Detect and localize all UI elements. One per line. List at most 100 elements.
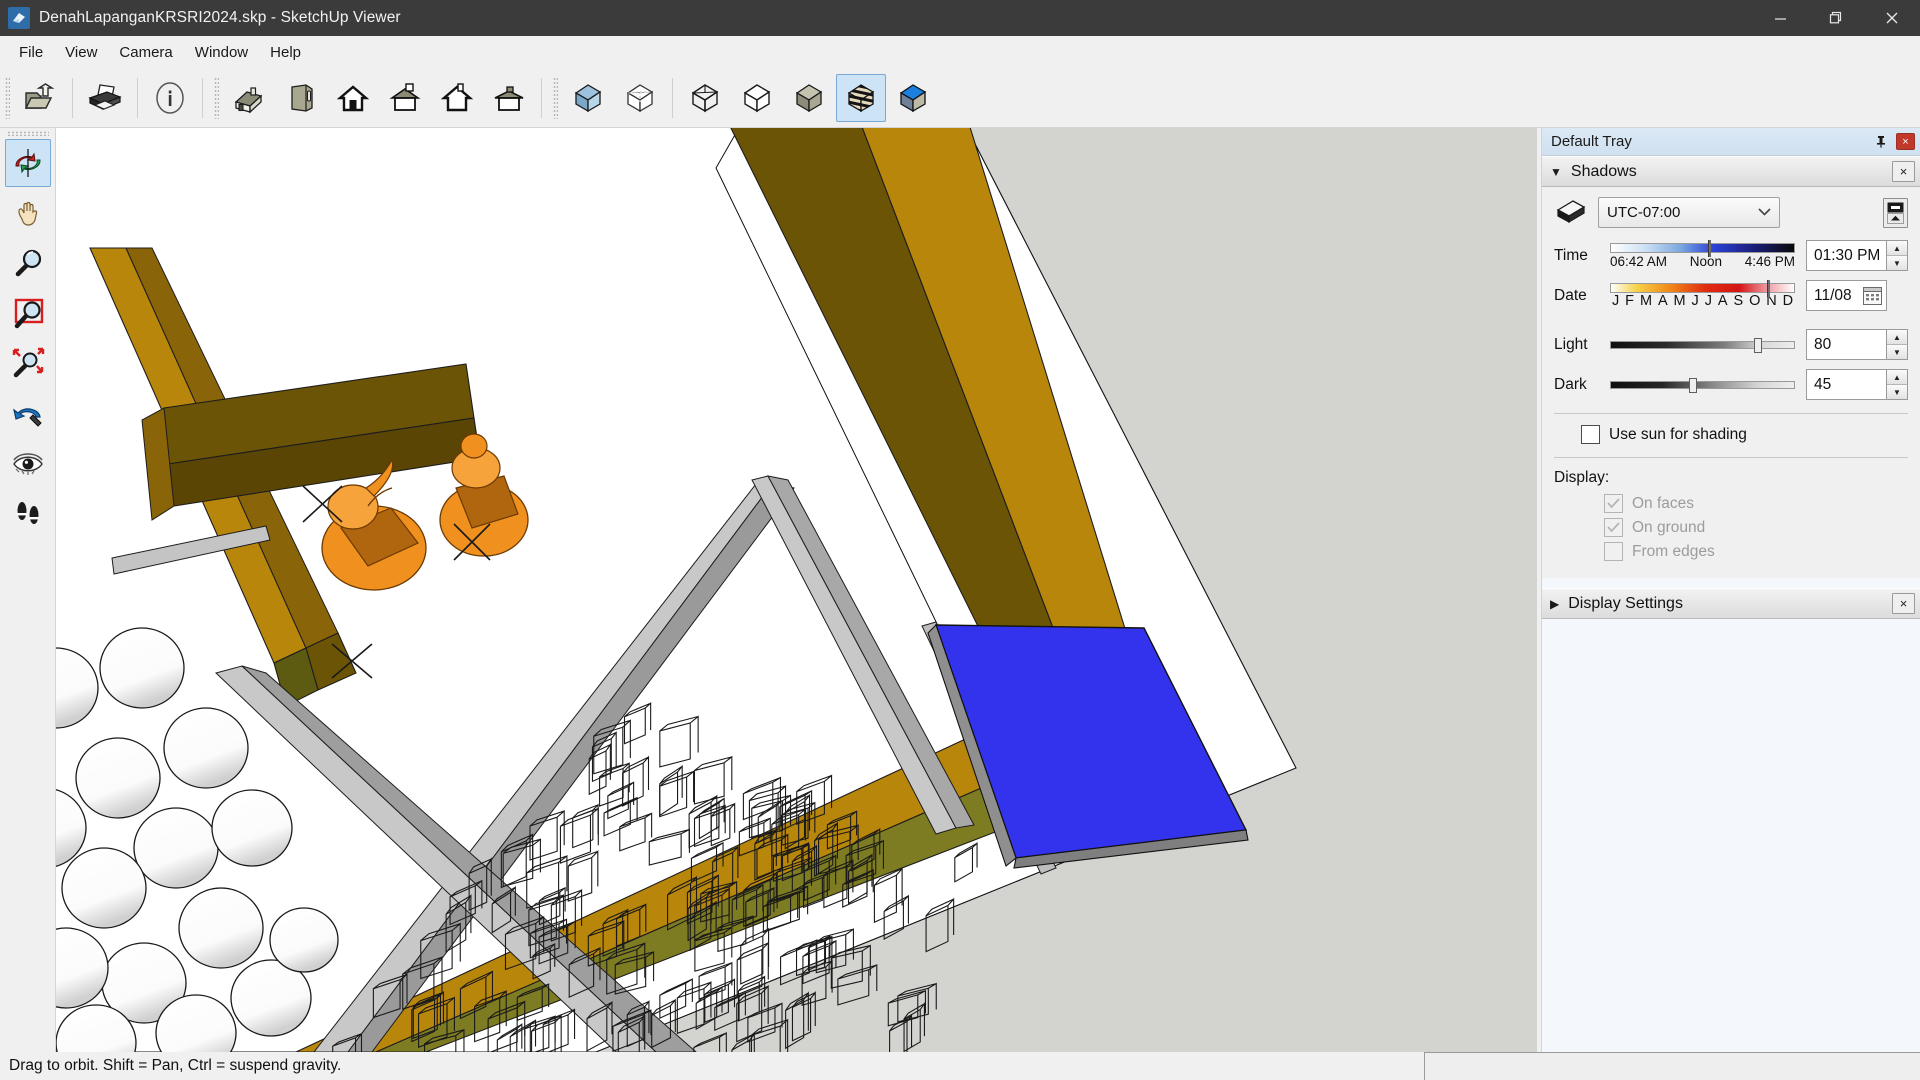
dark-label: Dark	[1554, 375, 1587, 393]
status-message: Drag to orbit. Shift = Pan, Ctrl = suspe…	[9, 1057, 342, 1074]
info-icon[interactable]	[145, 74, 195, 122]
view-top-icon[interactable]	[380, 74, 430, 122]
orbit-tool-icon[interactable]	[4, 139, 51, 187]
calendar-icon[interactable]	[1860, 281, 1885, 310]
time-tick-sunrise: 06:42 AM	[1610, 253, 1668, 269]
on-faces-checkbox[interactable]	[1604, 494, 1623, 513]
time-value-input[interactable]: 01:30 PM	[1806, 240, 1887, 271]
date-month-tick: S	[1733, 292, 1743, 309]
tray-title: Default Tray	[1551, 133, 1632, 150]
dark-stepper[interactable]: ▲ ▼	[1887, 369, 1908, 400]
style-shaded-icon[interactable]	[784, 74, 834, 122]
default-tray-panel: Default Tray × ▼ Shadows × UTC-07:00 Tim…	[1541, 128, 1920, 1052]
sketchup-3d-viewport[interactable]	[56, 128, 1537, 1052]
date-slider-thumb[interactable]	[1767, 279, 1771, 297]
dark-stepper-up[interactable]: ▲	[1887, 370, 1907, 385]
timezone-select[interactable]: UTC-07:00	[1598, 197, 1780, 228]
menu-item-window[interactable]: Window	[184, 41, 259, 64]
toggle-shadows-icon[interactable]	[1883, 197, 1908, 228]
light-value-input[interactable]: 80	[1806, 329, 1887, 360]
dark-stepper-down[interactable]: ▼	[1887, 385, 1907, 399]
style-textures-icon[interactable]	[836, 73, 886, 122]
time-tick-sunset: 4:46 PM	[1744, 253, 1795, 269]
pin-icon[interactable]	[1873, 134, 1889, 150]
menu-item-camera[interactable]: Camera	[108, 41, 183, 64]
view-back-icon[interactable]	[328, 74, 378, 122]
view-left-icon[interactable]	[432, 74, 482, 122]
date-month-tick: J	[1704, 292, 1712, 309]
close-button[interactable]	[1864, 0, 1920, 36]
light-track	[1610, 340, 1795, 349]
style-back-edges-icon[interactable]	[615, 74, 665, 122]
title-bar: DenahLapanganKRSRI2024.skp - SketchUp Vi…	[0, 0, 1920, 36]
time-ticks: 06:42 AM Noon 4:46 PM	[1610, 254, 1795, 269]
view-iso-icon[interactable]	[224, 74, 274, 122]
view-right-icon[interactable]	[484, 74, 534, 122]
on-ground-checkbox[interactable]	[1604, 518, 1623, 537]
use-sun-row[interactable]: Use sun for shading	[1554, 425, 1908, 444]
light-stepper-down[interactable]: ▼	[1887, 345, 1907, 359]
style-wireframe-icon[interactable]	[680, 74, 730, 122]
tray-close-button[interactable]: ×	[1896, 133, 1915, 150]
style-monochrome-icon[interactable]	[888, 74, 938, 122]
from-edges-checkbox[interactable]	[1604, 542, 1623, 561]
display-option-on-faces[interactable]: On faces	[1604, 494, 1908, 513]
use-sun-checkbox[interactable]	[1581, 425, 1600, 444]
dark-track	[1610, 380, 1795, 389]
window-title: DenahLapanganKRSRI2024.skp - SketchUp Vi…	[39, 9, 401, 26]
style-hidden-line-icon[interactable]	[732, 74, 782, 122]
menu-item-help[interactable]: Help	[259, 41, 312, 64]
dark-slider[interactable]	[1610, 377, 1795, 393]
open-file-icon[interactable]	[15, 74, 65, 122]
toolbar-grip[interactable]	[214, 76, 219, 119]
print-icon[interactable]	[80, 74, 130, 122]
zoom-extents-tool-icon[interactable]	[5, 339, 51, 387]
display-option-on-ground[interactable]: On ground	[1604, 518, 1908, 537]
menu-item-view[interactable]: View	[54, 41, 108, 64]
minimize-button[interactable]	[1752, 0, 1808, 36]
time-label: Time	[1554, 246, 1588, 264]
look-around-tool-icon[interactable]	[5, 439, 51, 487]
time-stepper-up[interactable]: ▲	[1887, 241, 1907, 256]
date-month-tick: J	[1612, 292, 1620, 309]
style-xray-icon[interactable]	[563, 74, 613, 122]
light-slider-thumb[interactable]	[1754, 337, 1762, 353]
time-slider-thumb[interactable]	[1708, 239, 1712, 257]
from-edges-label: From edges	[1632, 542, 1715, 560]
date-month-tick: M	[1673, 292, 1686, 309]
time-slider[interactable]: 06:42 AM Noon 4:46 PM	[1610, 239, 1795, 269]
date-slider[interactable]: JFMAMJJASOND	[1610, 279, 1795, 309]
zoom-window-tool-icon[interactable]	[5, 289, 51, 337]
light-stepper-up[interactable]: ▲	[1887, 330, 1907, 345]
display-settings-panel-header[interactable]: ▶ Display Settings ×	[1542, 588, 1920, 619]
date-label: Date	[1554, 286, 1587, 304]
toolbar-grip[interactable]	[553, 76, 558, 119]
toolbar-grip[interactable]	[5, 76, 10, 119]
view-front-icon[interactable]	[276, 74, 326, 122]
time-stepper-down[interactable]: ▼	[1887, 256, 1907, 270]
tools-toolbar	[0, 128, 56, 1052]
measurement-box[interactable]	[1424, 1052, 1920, 1080]
menu-bar: File View Camera Window Help	[0, 36, 1920, 68]
menu-item-file[interactable]: File	[8, 41, 54, 64]
shadows-panel-header[interactable]: ▼ Shadows ×	[1542, 156, 1920, 187]
date-month-tick: D	[1782, 292, 1793, 309]
previous-view-icon[interactable]	[5, 389, 51, 437]
maximize-restore-button[interactable]	[1808, 0, 1864, 36]
light-stepper[interactable]: ▲ ▼	[1887, 329, 1908, 360]
left-toolbar-grip[interactable]	[6, 131, 49, 136]
walk-tool-icon[interactable]	[5, 489, 51, 537]
main-toolbar	[0, 68, 1920, 128]
divider	[1554, 413, 1908, 414]
date-month-tick: A	[1717, 292, 1728, 309]
shadow-settings-icon	[1554, 199, 1588, 227]
time-stepper[interactable]: ▲ ▼	[1887, 240, 1908, 271]
zoom-tool-icon[interactable]	[5, 239, 51, 287]
shadows-panel-close-button[interactable]: ×	[1892, 161, 1915, 182]
dark-slider-thumb[interactable]	[1689, 377, 1698, 393]
display-option-from-edges[interactable]: From edges	[1604, 542, 1908, 561]
pan-tool-icon[interactable]	[5, 189, 51, 237]
light-slider[interactable]	[1610, 337, 1795, 353]
display-settings-close-button[interactable]: ×	[1892, 593, 1915, 614]
dark-value-input[interactable]: 45	[1806, 369, 1887, 400]
